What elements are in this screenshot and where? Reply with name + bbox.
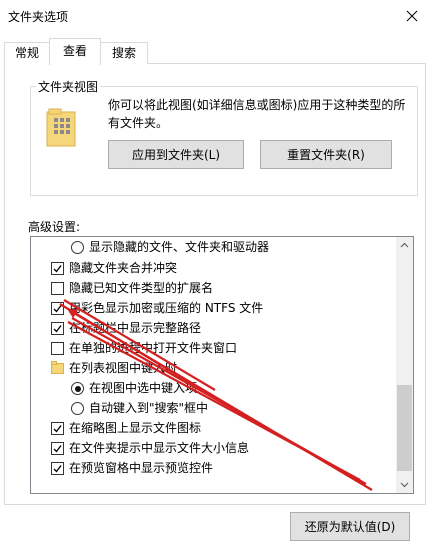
checkmark-icon <box>53 325 62 333</box>
checkbox[interactable] <box>51 462 64 475</box>
radio-button[interactable] <box>71 402 84 415</box>
folder-view-description: 你可以将此视图(如详细信息或图标)应用于这种类型的所有文件夹。 <box>108 98 406 130</box>
tab-view[interactable]: 查看 <box>49 38 101 65</box>
folder-view-icon <box>46 108 76 151</box>
scroll-up-arrow-icon[interactable] <box>396 237 413 254</box>
list-item[interactable]: 隐藏文件夹合并冲突 <box>31 258 391 278</box>
close-button[interactable] <box>400 4 424 28</box>
list-item: 在列表视图中键入时 <box>31 358 391 378</box>
list-item[interactable]: 在单独的进程中打开文件夹窗口 <box>31 338 391 358</box>
checkbox[interactable] <box>51 442 64 455</box>
scroll-down-arrow-icon[interactable] <box>396 476 413 493</box>
scrollbar-thumb[interactable] <box>397 385 412 471</box>
checkmark-icon <box>53 265 62 273</box>
folder-view-legend: 文件夹视图 <box>36 78 101 95</box>
checkmark-icon <box>53 465 62 473</box>
list-item[interactable]: 在标题栏中显示完整路径 <box>31 318 391 338</box>
checkbox[interactable] <box>51 302 64 315</box>
checkbox[interactable] <box>51 262 64 275</box>
restore-defaults-button[interactable]: 还原为默认值(D) <box>290 512 410 541</box>
folder-icon <box>51 361 64 374</box>
vertical-scrollbar[interactable] <box>396 237 413 493</box>
title-bar: 文件夹选项 <box>0 0 430 32</box>
list-item[interactable]: 隐藏已知文件类型的扩展名 <box>31 278 391 298</box>
close-icon <box>406 10 418 22</box>
checkmark-icon <box>53 445 62 453</box>
reset-folders-button[interactable]: 重置文件夹(R) <box>260 140 392 169</box>
checkbox[interactable] <box>51 282 64 295</box>
checkmark-icon <box>53 305 62 313</box>
list-item[interactable]: 在视图中选中键入项 <box>31 378 391 398</box>
list-item[interactable]: 在文件夹提示中显示文件大小信息 <box>31 438 391 458</box>
radio-button[interactable] <box>71 382 84 395</box>
list-item[interactable]: 显示隐藏的文件、文件夹和驱动器 <box>31 237 391 257</box>
tab-general[interactable]: 常规 <box>4 42 50 64</box>
checkbox[interactable] <box>51 422 64 435</box>
checkmark-icon <box>53 425 62 433</box>
advanced-settings-list[interactable]: 显示隐藏的文件、文件夹和驱动器 隐藏文件夹合并冲突 隐藏已知文件类型的扩展名 用… <box>30 236 414 494</box>
list-item[interactable]: 自动键入到"搜索"框中 <box>31 398 391 418</box>
advanced-settings-label: 高级设置: <box>28 220 81 234</box>
window-title: 文件夹选项 <box>8 10 69 24</box>
list-item[interactable]: 在缩略图上显示文件图标 <box>31 418 391 438</box>
checkbox[interactable] <box>51 342 64 355</box>
list-item[interactable]: 用彩色显示加密或压缩的 NTFS 文件 <box>31 298 391 318</box>
tab-strip: 常规 查看 搜索 <box>0 38 430 65</box>
radio-button[interactable] <box>71 241 84 254</box>
apply-to-folders-button[interactable]: 应用到文件夹(L) <box>108 140 244 169</box>
list-item[interactable]: 在预览窗格中显示预览控件 <box>31 458 391 478</box>
tab-search[interactable]: 搜索 <box>100 42 148 64</box>
checkbox[interactable] <box>51 322 64 335</box>
